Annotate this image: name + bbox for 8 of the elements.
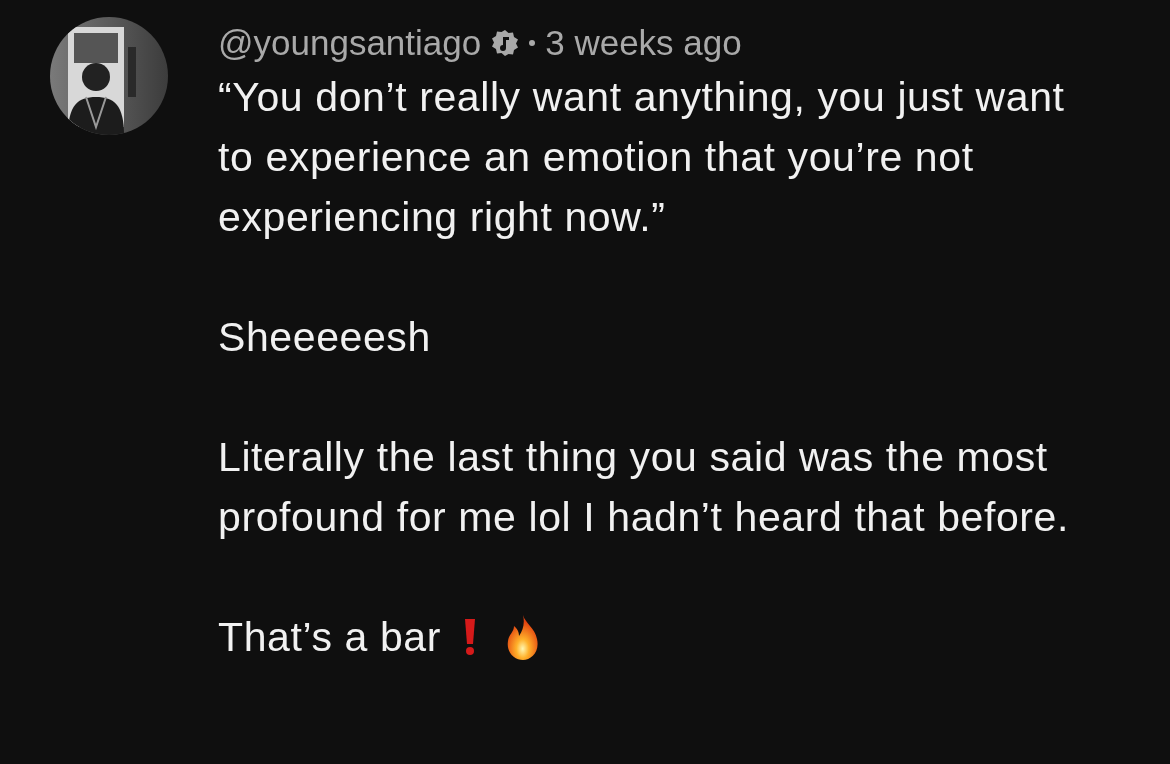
separator-dot-icon [529, 40, 536, 46]
author-handle[interactable]: @youngsantiago [218, 23, 482, 63]
comment-text: Sheeeeesh [218, 313, 432, 362]
exclamation-icon [462, 618, 477, 656]
timestamp[interactable]: 3 weeks ago [545, 23, 742, 63]
comment-text: “You don’t really want anything, you just want to experience an emotion that you’re not experiencing right now.” [218, 73, 1066, 242]
comment-text: That’s a bar [218, 613, 441, 662]
comment-text: Literally the last thing you said was the most profound for me lol I hadn’t heard that before. [218, 433, 1070, 542]
